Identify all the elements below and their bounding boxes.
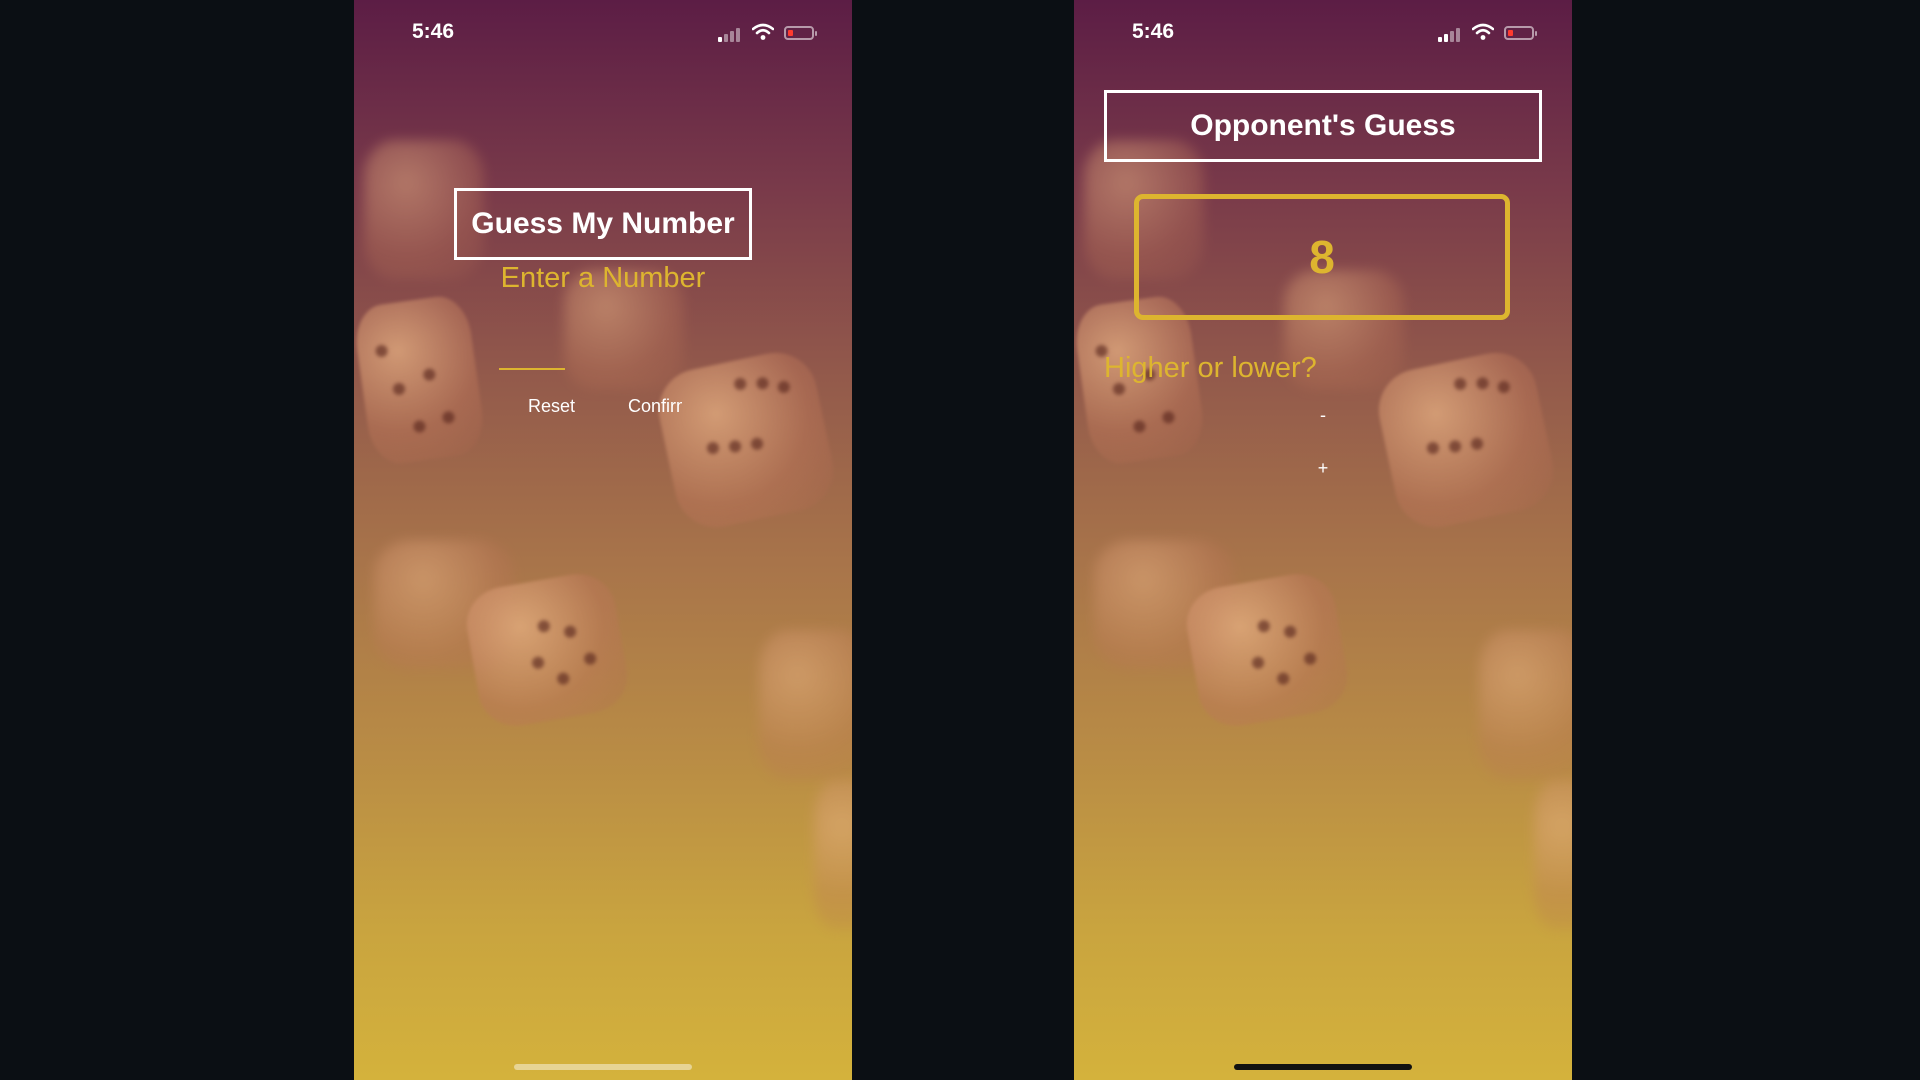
guess-number-display: 8 xyxy=(1134,194,1510,320)
dice-decoration xyxy=(651,345,841,535)
dice-decoration xyxy=(1534,780,1572,930)
battery-icon xyxy=(1504,26,1537,40)
dice-decoration xyxy=(460,568,634,732)
home-indicator[interactable] xyxy=(1234,1064,1412,1070)
dice-decoration xyxy=(814,780,852,930)
start-game-screen: 5:46 Guess My Number Enter a Number Rese… xyxy=(354,0,852,1080)
status-bar: 5:46 xyxy=(354,18,852,48)
status-time: 5:46 xyxy=(412,20,455,43)
dice-decoration xyxy=(354,292,488,468)
lower-button[interactable]: - xyxy=(1294,400,1352,430)
game-title: Guess My Number xyxy=(454,188,752,260)
enter-number-label: Enter a Number xyxy=(500,262,706,294)
home-indicator[interactable] xyxy=(514,1064,692,1070)
wifi-icon xyxy=(752,23,774,40)
status-bar: 5:46 xyxy=(1074,18,1572,48)
wifi-icon xyxy=(1472,23,1494,40)
game-screen: 5:46 Opponent's Guess 8 Higher or lower?… xyxy=(1074,0,1572,1080)
stage: 5:46 Guess My Number Enter a Number Rese… xyxy=(0,0,1920,1080)
dice-decoration xyxy=(1371,345,1561,535)
higher-button[interactable]: + xyxy=(1294,453,1352,483)
dice-decoration xyxy=(1180,568,1354,732)
dice-decoration xyxy=(759,630,852,780)
confirm-button[interactable]: Confirm xyxy=(628,396,682,417)
status-time: 5:46 xyxy=(1132,20,1175,43)
signal-icon xyxy=(1438,26,1464,42)
reset-button[interactable]: Reset xyxy=(528,396,575,417)
signal-icon xyxy=(718,26,744,42)
dice-decoration xyxy=(1479,630,1572,780)
higher-lower-label: Higher or lower? xyxy=(1104,352,1317,384)
battery-icon xyxy=(784,26,817,40)
opponent-guess-title: Opponent's Guess xyxy=(1104,90,1542,162)
number-input[interactable] xyxy=(499,332,565,370)
